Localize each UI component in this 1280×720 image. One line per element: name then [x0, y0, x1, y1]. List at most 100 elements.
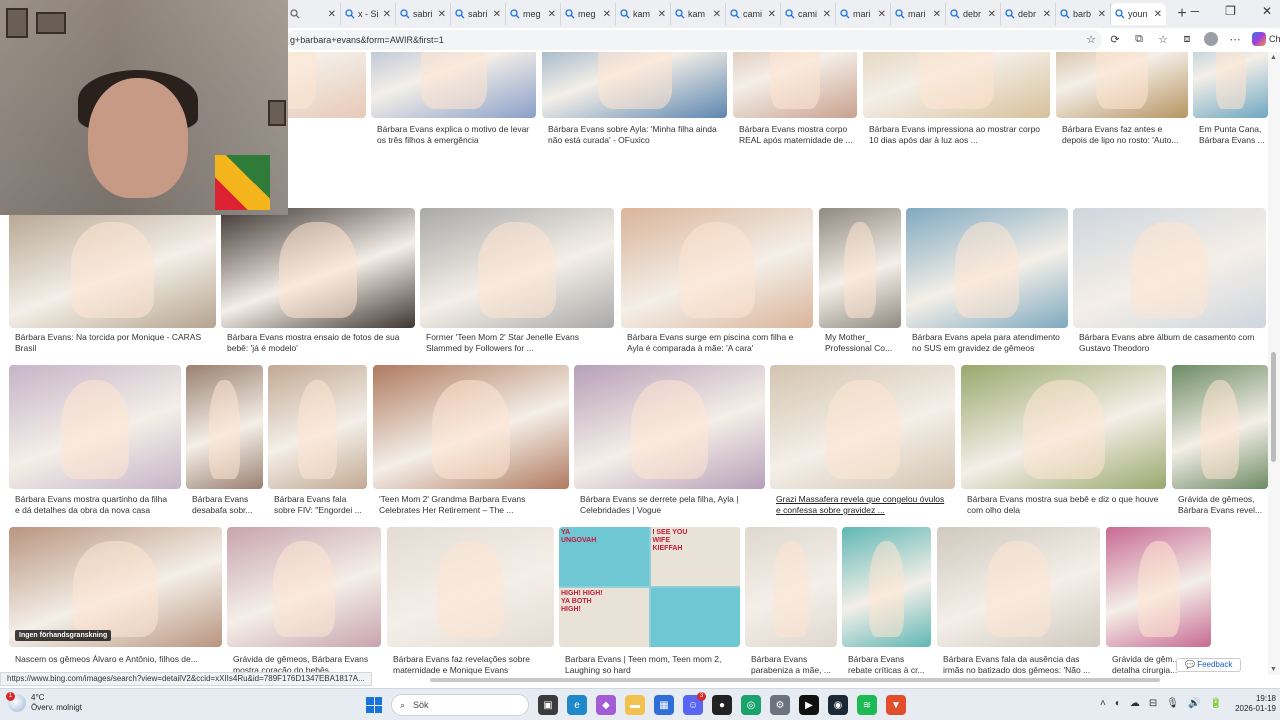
microphone-icon[interactable]: 🎙 [1166, 698, 1179, 709]
result-thumbnail[interactable] [1056, 52, 1188, 118]
result-thumbnail[interactable] [1193, 52, 1268, 118]
result-caption[interactable]: Bárbara Evans impressiona ao mostrar cor… [869, 124, 1050, 146]
horizontal-scrollbar[interactable] [430, 678, 1160, 682]
tab-15[interactable]: youn ✕ [1111, 3, 1166, 25]
clock[interactable]: 19:18 2026-01-19 [1226, 694, 1276, 714]
tab-close-icon[interactable]: ✕ [493, 9, 501, 20]
minimize-button[interactable]: ─ [1191, 4, 1200, 18]
edge-icon[interactable]: e [567, 695, 587, 715]
tab-close-icon[interactable]: ✕ [383, 9, 391, 20]
result-thumbnail[interactable] [770, 365, 955, 489]
result-thumbnail[interactable] [937, 527, 1100, 647]
result-caption[interactable]: Nascem os gêmeos Álvaro e Antônio, filho… [15, 654, 222, 665]
result-thumbnail[interactable] [542, 52, 727, 118]
image-result-card[interactable]: Bárbara Evans mostra ensaio de fotos de … [221, 208, 415, 358]
file-explorer-icon[interactable]: ▬ [625, 695, 645, 715]
refresh-icon[interactable]: ⟳ [1108, 32, 1122, 46]
tab-11[interactable]: mari ✕ [891, 3, 946, 25]
close-window-button[interactable]: ✕ [1262, 4, 1272, 18]
image-result-card[interactable]: YA UNGOVAH I SEE YOU WIFE KIEFFAH HIGH! HI… [559, 527, 740, 675]
terminal-icon[interactable]: ▶ [799, 695, 819, 715]
volume-icon[interactable]: 🔊 [1188, 698, 1200, 709]
tab-13[interactable]: debr ✕ [1001, 3, 1056, 25]
result-thumbnail[interactable] [863, 52, 1050, 118]
scrollbar-thumb[interactable] [1271, 352, 1276, 462]
result-caption[interactable]: Grávida de gêmeos, Bárbara Evans revel..… [1178, 494, 1268, 516]
store-icon[interactable]: ▦ [654, 695, 674, 715]
more-menu-icon[interactable]: ⋯ [1228, 32, 1242, 46]
result-caption[interactable]: Bárbara Evans desabafa sobr... [192, 494, 263, 516]
image-result-card[interactable]: Bárbara Evans faz antes e depois de lipo… [1056, 52, 1188, 150]
result-thumbnail[interactable] [1172, 365, 1268, 489]
tab-10[interactable]: mari ✕ [836, 3, 891, 25]
spotify-icon[interactable]: ≋ [857, 695, 877, 715]
result-thumbnail[interactable] [420, 208, 614, 328]
result-caption[interactable]: 'Teen Mom 2' Grandma Barbara Evans Celeb… [379, 494, 569, 516]
result-caption[interactable]: Em Punta Cana, Bárbara Evans ... [1199, 124, 1268, 146]
image-result-card[interactable]: 'Teen Mom 2' Grandma Barbara Evans Celeb… [373, 365, 569, 520]
image-result-card[interactable]: Bárbara Evans mostra quartinho da filha … [9, 365, 181, 520]
image-result-card[interactable]: Bárbara Evans faz revelações sobre mater… [387, 527, 554, 675]
tab-close-icon[interactable]: ✕ [328, 9, 336, 20]
result-caption[interactable]: Bárbara Evans abre álbum de casamento co… [1079, 332, 1266, 354]
scroll-down-icon[interactable]: ▼ [1270, 666, 1277, 673]
settings-icon[interactable]: ⚙ [770, 695, 790, 715]
result-caption[interactable]: Bárbara Evans se derrete pela filha, Ayl… [580, 494, 765, 516]
image-result-card[interactable]: Bárbara Evans se derrete pela filha, Ayl… [574, 365, 765, 520]
image-result-card[interactable]: Bárbara Evans fala da ausência das irmãs… [937, 527, 1100, 675]
favorites-icon[interactable]: ☆ [1156, 32, 1170, 46]
copilot-app-icon[interactable]: ◆ [596, 695, 616, 715]
tab-close-icon[interactable]: ✕ [713, 9, 721, 20]
steam-icon[interactable]: ◉ [828, 695, 848, 715]
result-caption[interactable]: Bárbara Evans rebate críticas à cr... [848, 654, 931, 675]
result-caption[interactable]: Barbara Evans | Teen mom, Teen mom 2, La… [565, 654, 740, 675]
battery-icon[interactable]: 🔋 [1209, 698, 1221, 709]
image-result-card[interactable]: Grávida de gêmeos, Bárbara Evans mostra … [227, 527, 381, 675]
result-caption[interactable]: Bárbara Evans explica o motivo de levar … [377, 124, 536, 146]
image-result-card[interactable]: Bárbara Evans apela para atendimento no … [906, 208, 1068, 358]
result-thumbnail[interactable] [819, 208, 901, 328]
result-caption[interactable]: Bárbara Evans fala da ausência das irmãs… [943, 654, 1100, 675]
weather-widget[interactable]: 1 4°C Överv. molnigt [6, 692, 82, 713]
tab-4[interactable]: meg ✕ [506, 3, 561, 25]
network-icon[interactable]: ⊟ [1149, 698, 1157, 709]
result-thumbnail[interactable] [227, 527, 381, 647]
tab-close-icon[interactable]: ✕ [933, 9, 941, 20]
brave-icon[interactable]: ▼ [886, 695, 906, 715]
result-thumbnail[interactable] [745, 527, 837, 647]
result-caption[interactable]: Bárbara Evans mostra sua bebê e diz o qu… [967, 494, 1166, 516]
feedback-button[interactable]: 💬 Feedback [1176, 658, 1242, 672]
tab-14[interactable]: barb ✕ [1056, 3, 1111, 25]
result-thumbnail[interactable] [268, 365, 367, 489]
favorite-star-icon[interactable]: ☆ [1086, 30, 1096, 50]
tab-7[interactable]: kam ✕ [671, 3, 726, 25]
image-result-card[interactable]: Bárbara Evans impressiona ao mostrar cor… [863, 52, 1050, 150]
tab-close-icon[interactable]: ✕ [1043, 9, 1051, 20]
tab-close-icon[interactable]: ✕ [823, 9, 831, 20]
address-bar[interactable]: g+barbara+evans&form=AWIR&first=1 ☆ [286, 30, 1102, 50]
maximize-button[interactable]: ❐ [1225, 4, 1236, 18]
result-caption[interactable]: Grazi Massafera revela que congelou óvul… [776, 494, 955, 516]
tab-12[interactable]: debr ✕ [946, 3, 1001, 25]
vertical-scrollbar[interactable]: ▲ ▼ [1268, 52, 1280, 675]
result-thumbnail[interactable] [1106, 527, 1211, 647]
tab-8[interactable]: cami ✕ [726, 3, 781, 25]
result-caption[interactable]: Bárbara Evans: Na torcida por Monique - … [15, 332, 216, 354]
tab-1[interactable]: x - Si ✕ [341, 3, 396, 25]
result-thumbnail[interactable]: YA UNGOVAH I SEE YOU WIFE KIEFFAH HIGH! HI… [559, 527, 740, 647]
tab-3[interactable]: sabri ✕ [451, 3, 506, 25]
image-result-card[interactable]: Grazi Massafera revela que congelou óvul… [770, 365, 955, 520]
result-caption[interactable]: Bárbara Evans faz antes e depois de lipo… [1062, 124, 1188, 146]
tab-close-icon[interactable]: ✕ [658, 9, 666, 20]
tab-9[interactable]: cami ✕ [781, 3, 836, 25]
result-caption[interactable]: Bárbara Evans mostra ensaio de fotos de … [227, 332, 415, 354]
tab-close-icon[interactable]: ✕ [988, 9, 996, 20]
tab-close-icon[interactable]: ✕ [1154, 9, 1162, 20]
tab-close-icon[interactable]: ✕ [438, 9, 446, 20]
taskbar-search[interactable]: ⌕ Sök [391, 694, 529, 716]
result-caption[interactable]: Bárbara Evans fala sobre FIV: "Engordei … [274, 494, 367, 516]
result-caption[interactable]: Bárbara Evans faz revelações sobre mater… [393, 654, 554, 675]
image-result-card[interactable]: Bárbara Evans mostra sua bebê e diz o qu… [961, 365, 1166, 520]
extensions-icon[interactable]: ⧉ [1132, 32, 1146, 46]
result-caption[interactable]: Bárbara Evans mostra quartinho da filha … [15, 494, 181, 516]
